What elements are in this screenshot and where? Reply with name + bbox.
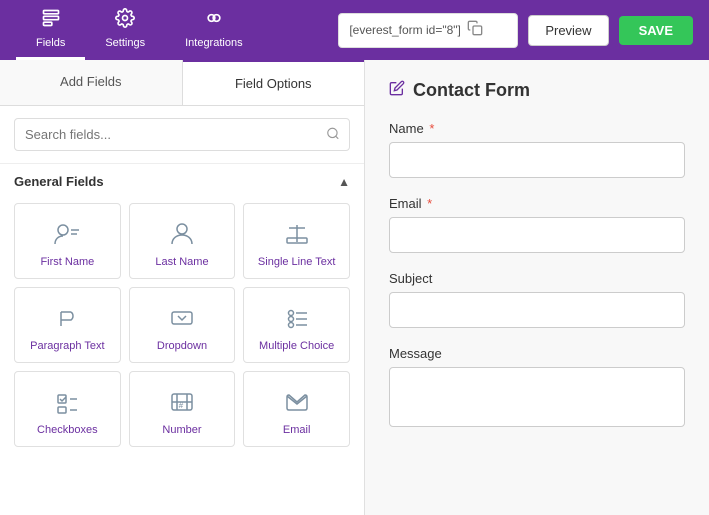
shortcode-box: [everest_form id="8"] (338, 13, 518, 48)
nav-integrations[interactable]: Integrations (165, 0, 262, 60)
field-label-checkboxes: Checkboxes (37, 424, 98, 436)
field-label-multiple-choice: Multiple Choice (259, 340, 334, 352)
field-label-email-field: Email (283, 424, 311, 436)
copy-shortcode-button[interactable] (467, 20, 483, 41)
main-layout: Add Fields Field Options General Fields … (0, 60, 709, 515)
field-card-dropdown[interactable]: Dropdown (129, 287, 236, 363)
form-field-subject: Subject (389, 271, 685, 328)
form-title: Contact Form (413, 80, 530, 101)
top-nav: Fields Settings Integrations [everest_fo… (0, 0, 709, 60)
first-name-icon (53, 220, 81, 248)
field-card-single-line[interactable]: Single Line Text (243, 203, 350, 279)
section-collapse-arrow[interactable]: ▲ (338, 175, 350, 189)
nav-fields-label: Fields (36, 37, 65, 49)
input-message[interactable] (389, 367, 685, 427)
search-wrap (0, 106, 364, 164)
field-label-paragraph: Paragraph Text (30, 340, 104, 352)
shortcode-text: [everest_form id="8"] (349, 23, 461, 37)
field-card-first-name[interactable]: First Name (14, 203, 121, 279)
preview-button[interactable]: Preview (528, 15, 608, 46)
section-label: General Fields (14, 174, 104, 189)
form-field-name: Name * (389, 121, 685, 178)
save-button[interactable]: SAVE (619, 16, 693, 45)
form-title-row: Contact Form (389, 80, 685, 101)
required-star-name: * (429, 121, 434, 136)
settings-icon (115, 8, 135, 33)
svg-text:#: # (179, 401, 184, 410)
label-message: Message (389, 346, 685, 361)
required-star-email: * (427, 196, 432, 211)
form-field-email: Email * (389, 196, 685, 253)
right-panel: Contact Form Name * Email * Subject Me (365, 60, 709, 515)
tab-field-options[interactable]: Field Options (183, 60, 365, 105)
multiple-choice-icon (283, 304, 311, 332)
integrations-icon (204, 8, 224, 33)
label-subject: Subject (389, 271, 685, 286)
email-field-icon (283, 388, 311, 416)
field-label-dropdown: Dropdown (157, 340, 207, 352)
paragraph-icon (53, 304, 81, 332)
nav-settings-label: Settings (105, 37, 145, 49)
label-name: Name * (389, 121, 685, 136)
fields-icon (41, 8, 61, 33)
field-label-last-name: Last Name (155, 256, 208, 268)
section-header: General Fields ▲ (0, 164, 364, 199)
label-email: Email * (389, 196, 685, 211)
input-name[interactable] (389, 142, 685, 178)
number-icon: # (168, 388, 196, 416)
last-name-icon (168, 220, 196, 248)
field-label-single-line: Single Line Text (258, 256, 335, 268)
field-label-first-name: First Name (40, 256, 94, 268)
field-card-multiple-choice[interactable]: Multiple Choice (243, 287, 350, 363)
form-field-message: Message (389, 346, 685, 432)
single-line-icon (283, 220, 311, 248)
input-email[interactable] (389, 217, 685, 253)
field-card-email[interactable]: Email (243, 371, 350, 447)
edit-icon (389, 80, 405, 101)
search-icon (326, 126, 340, 143)
search-input[interactable] (14, 118, 350, 151)
nav-fields[interactable]: Fields (16, 0, 85, 60)
tabs: Add Fields Field Options (0, 60, 364, 106)
dropdown-icon (168, 304, 196, 332)
fields-grid: First Name Last Name Single Line Text (0, 199, 364, 457)
nav-actions: Preview SAVE (528, 15, 693, 46)
field-card-last-name[interactable]: Last Name (129, 203, 236, 279)
field-card-checkboxes[interactable]: Checkboxes (14, 371, 121, 447)
field-card-paragraph[interactable]: Paragraph Text (14, 287, 121, 363)
input-subject[interactable] (389, 292, 685, 328)
tab-add-fields[interactable]: Add Fields (0, 60, 183, 105)
field-label-number: Number (162, 424, 201, 436)
nav-integrations-label: Integrations (185, 37, 242, 49)
left-panel: Add Fields Field Options General Fields … (0, 60, 365, 515)
checkboxes-icon (53, 388, 81, 416)
nav-settings[interactable]: Settings (85, 0, 165, 60)
field-card-number[interactable]: # Number (129, 371, 236, 447)
